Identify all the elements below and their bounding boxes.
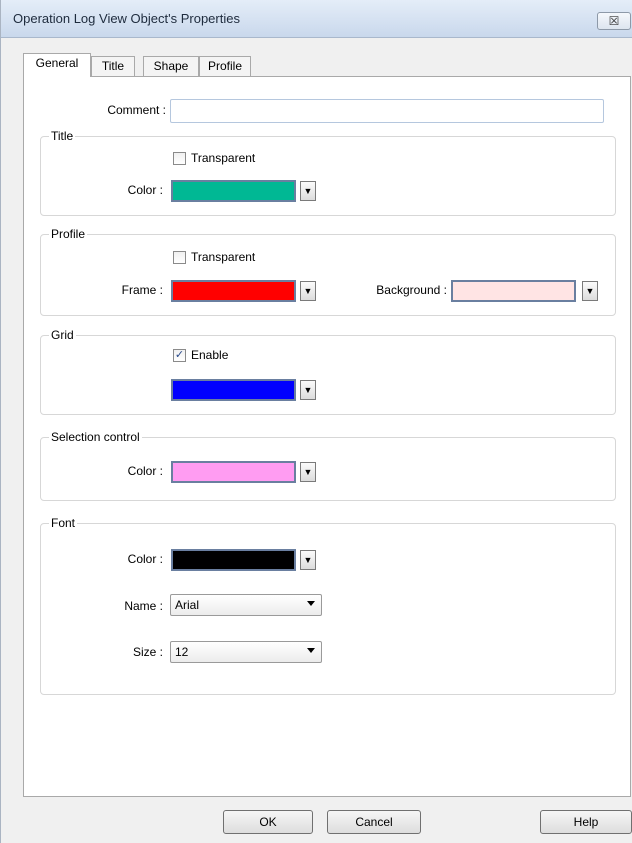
chevron-down-icon: [307, 601, 315, 606]
dialog-title: Operation Log View Object's Properties: [13, 11, 240, 26]
font-color-picker[interactable]: ▼: [171, 549, 319, 571]
ok-button[interactable]: OK: [223, 810, 313, 834]
cancel-button[interactable]: Cancel: [327, 810, 421, 834]
profile-transparent-checkbox[interactable]: [173, 251, 186, 264]
frame-color-label: Frame :: [121, 283, 163, 297]
help-button[interactable]: Help: [540, 810, 632, 834]
frame-color-swatch: [171, 280, 296, 302]
tab-title[interactable]: Title: [91, 56, 135, 76]
title-group-label: Title: [49, 129, 76, 143]
font-name-select[interactable]: Arial: [170, 594, 322, 616]
grid-group-label: Grid: [49, 328, 76, 342]
close-icon: ☒: [608, 14, 620, 28]
selection-color-picker[interactable]: ▼: [171, 461, 319, 483]
font-size-label: Size :: [132, 645, 163, 659]
comment-input[interactable]: [170, 99, 604, 123]
chevron-down-icon[interactable]: ▼: [300, 181, 316, 201]
title-color-picker[interactable]: ▼: [171, 180, 319, 202]
general-tab-panel: Comment : Title Transparent Color : ▼ Pr…: [23, 76, 631, 797]
chevron-down-icon[interactable]: ▼: [582, 281, 598, 301]
font-size-value: 12: [175, 645, 189, 659]
chevron-down-icon[interactable]: ▼: [300, 380, 316, 400]
selection-control-group: Selection control Color : ▼: [40, 430, 616, 501]
grid-enable-label: Enable: [191, 348, 229, 362]
comment-label: Comment :: [107, 103, 166, 117]
tab-profile[interactable]: Profile: [199, 56, 251, 76]
font-name-label: Name :: [124, 599, 163, 613]
selection-color-swatch: [171, 461, 296, 483]
title-group: Title Transparent Color : ▼: [40, 129, 616, 216]
grid-enable-checkbox[interactable]: ✓: [173, 349, 186, 362]
chevron-down-icon[interactable]: ▼: [300, 462, 316, 482]
background-color-label: Background :: [376, 283, 447, 297]
background-color-swatch: [451, 280, 576, 302]
profile-transparent-label: Transparent: [191, 250, 256, 264]
title-transparent-checkbox[interactable]: [173, 152, 186, 165]
tab-shape[interactable]: Shape: [143, 56, 199, 76]
font-name-value: Arial: [175, 598, 200, 612]
font-size-select[interactable]: 12: [170, 641, 322, 663]
font-group: Font Color : ▼ Name : Arial Size : 12: [40, 516, 616, 695]
grid-group: Grid ✓ Enable ▼: [40, 328, 616, 415]
grid-color-swatch: [171, 379, 296, 401]
grid-color-picker[interactable]: ▼: [171, 379, 319, 401]
title-bar: Operation Log View Object's Properties ☒: [1, 0, 632, 38]
close-button[interactable]: ☒: [597, 12, 631, 30]
title-transparent-label: Transparent: [191, 151, 256, 165]
check-icon: ✓: [174, 349, 185, 361]
font-color-label: Color :: [127, 552, 163, 566]
frame-color-picker[interactable]: ▼: [171, 280, 319, 302]
chevron-down-icon[interactable]: ▼: [300, 550, 316, 570]
properties-dialog: Operation Log View Object's Properties ☒…: [0, 0, 632, 843]
title-color-swatch: [171, 180, 296, 202]
title-color-label: Color :: [127, 183, 163, 197]
background-color-picker[interactable]: ▼: [451, 280, 601, 302]
selection-color-label: Color :: [127, 464, 163, 478]
tab-general[interactable]: General: [23, 53, 91, 77]
chevron-down-icon: [307, 648, 315, 653]
profile-group: Profile Transparent Frame : ▼ Background…: [40, 227, 616, 316]
selection-control-group-label: Selection control: [49, 430, 142, 444]
chevron-down-icon[interactable]: ▼: [300, 281, 316, 301]
font-color-swatch: [171, 549, 296, 571]
font-group-label: Font: [49, 516, 78, 530]
profile-group-label: Profile: [49, 227, 88, 241]
